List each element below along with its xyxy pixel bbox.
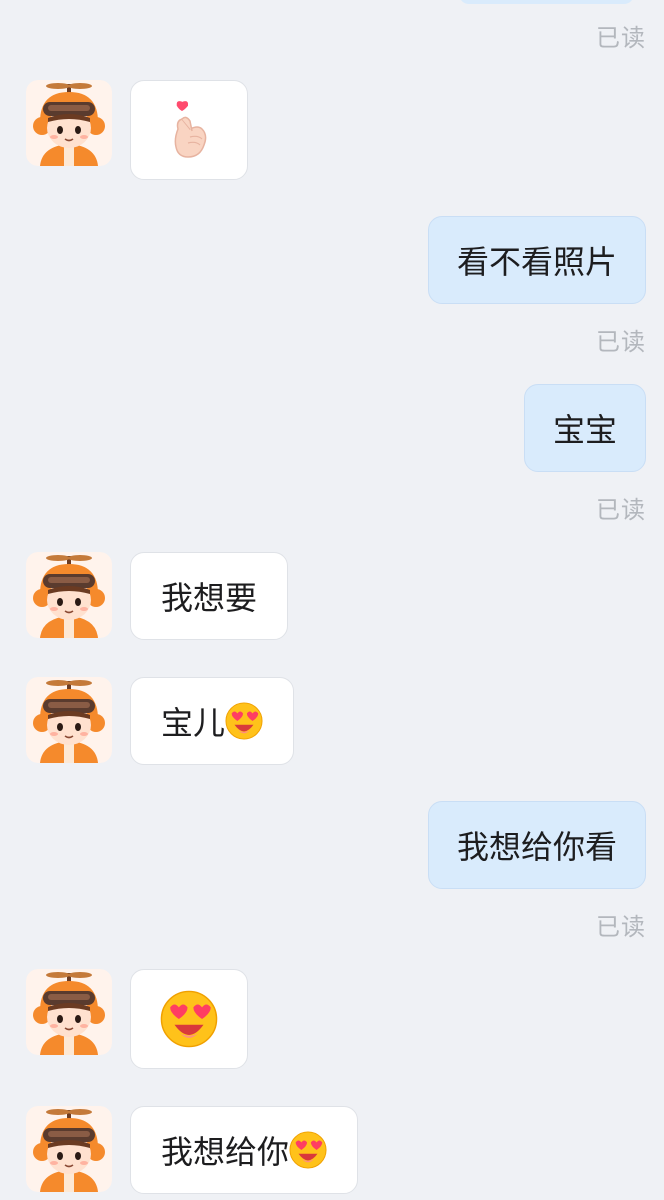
heart-eyes-icon bbox=[289, 1131, 327, 1169]
avatar[interactable] bbox=[26, 969, 112, 1055]
previous-outgoing-bubble bbox=[459, 0, 634, 4]
heart-eyes-icon bbox=[160, 990, 218, 1048]
message-text: 宝儿 bbox=[161, 704, 226, 742]
outgoing-message[interactable]: 我想给你看 bbox=[427, 801, 646, 889]
message-text: 看不看照片 bbox=[456, 243, 617, 281]
avatar[interactable] bbox=[26, 677, 112, 763]
propeller-boy-avatar-icon bbox=[26, 1106, 112, 1192]
message-text: 宝宝 bbox=[552, 411, 617, 449]
read-receipt: 已读 bbox=[596, 24, 646, 52]
message-text: 我想给你 bbox=[161, 1133, 290, 1171]
outgoing-message[interactable]: 看不看照片 bbox=[427, 216, 646, 304]
message-text: 我想给你看 bbox=[456, 828, 617, 866]
avatar[interactable] bbox=[26, 80, 112, 166]
read-receipt: 已读 bbox=[596, 496, 646, 524]
incoming-message[interactable]: 我想给你 bbox=[130, 1106, 359, 1194]
propeller-boy-avatar-icon bbox=[26, 969, 112, 1055]
outgoing-message[interactable]: 宝宝 bbox=[523, 384, 646, 472]
message-text: 我想要 bbox=[161, 579, 258, 617]
propeller-boy-avatar-icon bbox=[26, 552, 112, 638]
avatar[interactable] bbox=[26, 1106, 112, 1192]
finger-heart-icon bbox=[174, 101, 207, 158]
incoming-message[interactable]: 我想要 bbox=[130, 552, 289, 640]
propeller-boy-avatar-icon bbox=[26, 677, 112, 763]
heart-eyes-icon bbox=[225, 702, 263, 740]
avatar[interactable] bbox=[26, 552, 112, 638]
sticker-message[interactable] bbox=[130, 969, 248, 1069]
incoming-message[interactable]: 宝儿 bbox=[130, 677, 295, 765]
read-receipt: 已读 bbox=[596, 328, 646, 356]
sticker-message[interactable] bbox=[130, 80, 248, 180]
read-receipt: 已读 bbox=[596, 913, 646, 941]
propeller-boy-avatar-icon bbox=[26, 80, 112, 166]
